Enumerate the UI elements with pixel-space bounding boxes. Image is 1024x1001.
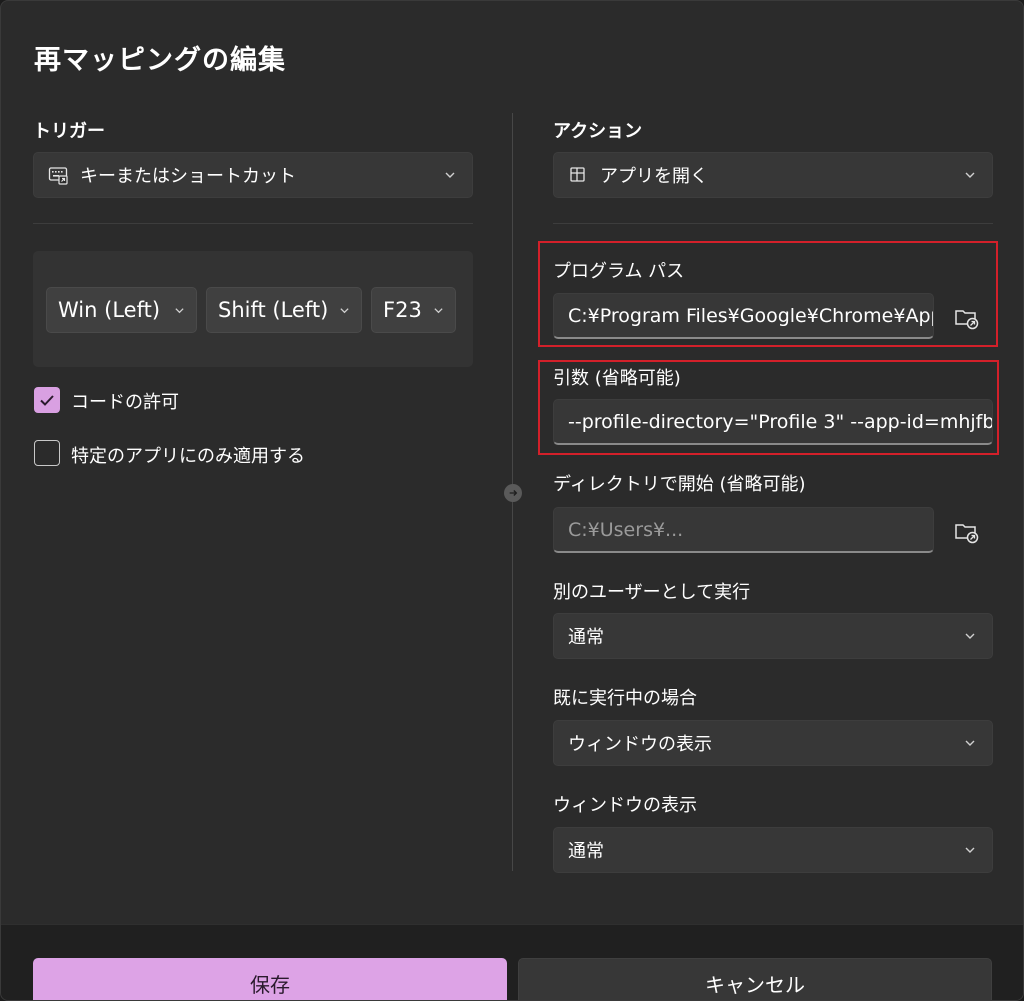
specific-app-checkbox[interactable]: [34, 440, 60, 466]
window-dropdown[interactable]: 通常: [553, 827, 993, 873]
if-running-label: 既に実行中の場合: [553, 688, 697, 709]
program-path-label: プログラム パス: [553, 261, 685, 282]
trigger-divider: [33, 223, 473, 224]
start-dir-label: ディレクトリで開始 (省略可能): [553, 474, 806, 495]
chevron-down-icon: [340, 308, 349, 314]
save-button[interactable]: 保存: [33, 958, 507, 1000]
action-heading: アクション: [553, 121, 643, 142]
chevron-down-icon: [434, 308, 443, 314]
window-label: ウィンドウの表示: [553, 795, 697, 816]
chevron-down-icon: [965, 633, 975, 639]
args-input[interactable]: --profile-directory="Profile 3" --app-id…: [553, 399, 993, 445]
chevron-down-icon: [965, 847, 975, 853]
chevron-down-icon: [445, 172, 455, 178]
specific-app-label: 特定のアプリにのみ適用する: [71, 446, 305, 467]
key-select-3[interactable]: F23: [371, 287, 456, 333]
key-select-1-label: Win (Left): [58, 298, 161, 322]
folder-browse-icon[interactable]: [953, 518, 981, 546]
start-dir-input[interactable]: C:¥Users¥...: [553, 507, 934, 553]
checkmark-icon: [40, 395, 54, 406]
chevron-down-icon: [175, 308, 184, 314]
window-value: 通常: [568, 841, 604, 862]
action-type-dropdown[interactable]: アプリを開く: [553, 152, 993, 198]
action-type-value: アプリを開く: [600, 166, 708, 187]
allow-chord-checkbox[interactable]: [34, 387, 60, 413]
trigger-heading: トリガー: [33, 121, 105, 142]
keyboard-shortcut-icon: [48, 167, 68, 185]
args-label: 引数 (省略可能): [553, 368, 681, 389]
key-select-2[interactable]: Shift (Left): [206, 287, 362, 333]
if-running-dropdown[interactable]: ウィンドウの表示: [553, 720, 993, 766]
chevron-down-icon: [965, 172, 975, 178]
dialog-title: 再マッピングの編集: [34, 45, 286, 76]
run-as-dropdown[interactable]: 通常: [553, 613, 993, 659]
remap-dialog: 再マッピングの編集 トリガー キーまたはショートカット Win (Left) S…: [0, 0, 1024, 1001]
if-running-value: ウィンドウの表示: [568, 734, 712, 755]
cancel-button[interactable]: キャンセル: [518, 958, 992, 1000]
key-select-3-label: F23: [383, 298, 422, 322]
shortcut-key-panel: Win (Left) Shift (Left) F23: [33, 251, 473, 367]
allow-chord-label: コードの許可: [71, 392, 179, 413]
trigger-type-dropdown[interactable]: キーまたはショートカット: [33, 152, 473, 198]
run-as-value: 通常: [568, 627, 604, 648]
trigger-type-value: キーまたはショートカット: [80, 166, 296, 187]
key-select-2-label: Shift (Left): [218, 298, 329, 322]
open-app-icon: [570, 167, 585, 182]
run-as-label: 別のユーザーとして実行: [553, 582, 751, 603]
key-select-1[interactable]: Win (Left): [46, 287, 197, 333]
folder-browse-icon[interactable]: [953, 304, 981, 332]
arrow-right-icon: [504, 484, 522, 502]
action-divider: [553, 223, 993, 224]
program-path-input[interactable]: C:¥Program Files¥Google¥Chrome¥Applicati…: [553, 293, 934, 339]
chevron-down-icon: [965, 740, 975, 746]
